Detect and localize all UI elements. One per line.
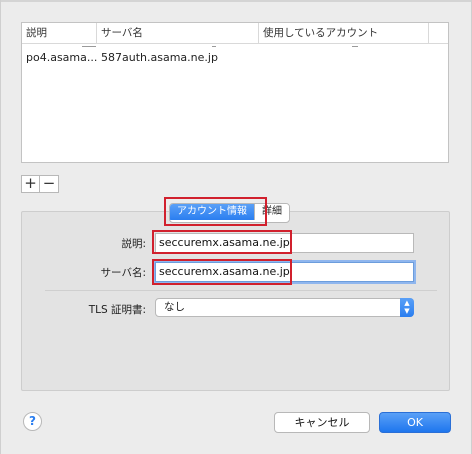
column-header-server[interactable]: サーバ名 (97, 23, 259, 43)
add-server-button[interactable]: + (21, 175, 40, 193)
tab-segmented-control: アカウント情報 詳細 (169, 203, 290, 223)
smtp-server-table[interactable]: 説明 サーバ名 使用しているアカウント po4.asama... 587auth… (21, 22, 449, 163)
ghost-text-fragment (352, 44, 358, 47)
column-header-account[interactable]: 使用しているアカウント (259, 23, 429, 43)
description-label: 説明: (121, 238, 146, 250)
help-button[interactable]: ? (23, 412, 42, 431)
tab-account-info[interactable]: アカウント情報 (170, 204, 254, 220)
tab-advanced[interactable]: 詳細 (254, 204, 289, 220)
ok-button[interactable]: OK (379, 412, 451, 433)
cell-description: po4.asama... (26, 51, 98, 64)
chevron-updown-icon: ▲ ▼ (400, 298, 414, 317)
add-remove-buttons: + − (21, 175, 59, 193)
tls-certificate-value: なし (164, 301, 185, 313)
table-header: 説明 サーバ名 使用しているアカウント (22, 23, 448, 44)
table-row[interactable]: po4.asama... 587auth.asama.ne.jp (22, 49, 448, 67)
remove-server-button[interactable]: − (40, 175, 59, 193)
description-field[interactable]: seccuremx.asama.ne.jp (155, 233, 414, 253)
tls-certificate-label: TLS 証明書: (88, 304, 146, 316)
cancel-button[interactable]: キャンセル (274, 412, 370, 433)
server-name-label: サーバ名: (100, 267, 146, 279)
tls-certificate-select[interactable]: なし ▲ ▼ (155, 298, 414, 317)
ghost-text-fragment (82, 44, 96, 47)
server-name-field[interactable]: seccuremx.asama.ne.jp (155, 262, 414, 282)
ghost-text-fragment (212, 44, 216, 47)
column-header-description[interactable]: 説明 (22, 23, 97, 43)
cell-server: 587auth.asama.ne.jp (101, 51, 218, 64)
window-left-edge (0, 0, 1, 454)
sheet-top-edge (0, 0, 472, 2)
form-divider (45, 290, 437, 291)
